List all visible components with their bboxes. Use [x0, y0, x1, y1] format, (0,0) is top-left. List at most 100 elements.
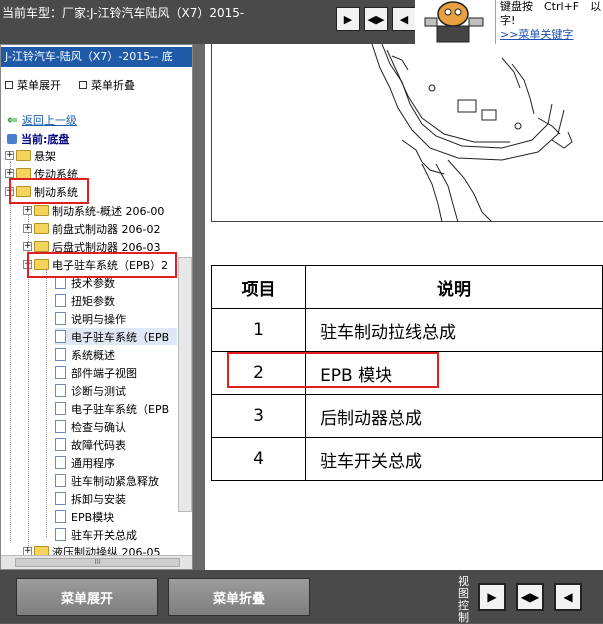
- view-next-button[interactable]: ▶: [478, 583, 506, 611]
- document-icon: [55, 510, 66, 523]
- document-icon: [55, 330, 66, 343]
- tree-line: [10, 161, 11, 541]
- tree-item-label: 电子驻车系统（EPB: [71, 402, 170, 416]
- document-icon: [55, 474, 66, 487]
- highlight-epb-folder: [27, 252, 177, 278]
- menu-collapse-label: 菜单折叠: [91, 79, 135, 92]
- tree-doc-diagnosis-testing[interactable]: 诊断与测试: [55, 382, 126, 399]
- tree-item-label: 通用程序: [71, 456, 115, 470]
- menu-expand-toggle[interactable]: 菜单展开: [5, 77, 61, 93]
- back-link[interactable]: ⇐ 返回上一级: [7, 112, 77, 128]
- tree-item-label: 驻车开关总成: [71, 528, 137, 542]
- column-header-item: 项目: [210, 265, 307, 309]
- tree-item-label: 部件端子视图: [71, 366, 137, 380]
- menu-collapse-toggle[interactable]: 菜单折叠: [79, 77, 135, 93]
- horizontal-scrollbar[interactable]: III: [1, 555, 192, 569]
- tree-line: [46, 269, 47, 537]
- tree-doc-epb-module[interactable]: EPB模块: [55, 508, 114, 525]
- menu-panel: J-江铃汽车-陆风（X7）-2015-- 底 菜单展开 菜单折叠 ⇐ 返回上一级…: [0, 44, 193, 570]
- back-arrow-icon: ⇐: [7, 112, 18, 128]
- current-location: 当前:底盘: [7, 131, 69, 147]
- tree-doc-dtc-table[interactable]: 故障代码表: [55, 436, 126, 453]
- mascot-image: [415, 0, 495, 44]
- highlight-brake-system: [9, 178, 89, 204]
- item-description: 驻车制动拉线总成: [305, 308, 603, 352]
- document-icon: [55, 366, 66, 379]
- tree-item-suspension[interactable]: + 悬架: [5, 147, 56, 164]
- tree-item-label: 制动系统-概述 206-00: [52, 204, 165, 218]
- vehicle-header: J-江铃汽车-陆风（X7）-2015-- 底: [1, 47, 192, 67]
- bottom-bar: 菜单展开 菜单折叠 视图控制 ▶ ◀▶ ◀: [0, 570, 603, 624]
- tree-doc-description-operation[interactable]: 说明与操作: [55, 310, 126, 327]
- tree-item-label: 前盘式制动器 206-02: [52, 222, 161, 236]
- tree-doc-epb-system-diag[interactable]: 电子驻车系统（EPB: [55, 400, 169, 417]
- folder-icon: [16, 150, 31, 161]
- item-description: 后制动器总成: [305, 394, 603, 438]
- tip-line-1: 键盘按 Ctrl+F 以: [500, 0, 602, 13]
- folder-icon: [34, 241, 49, 252]
- table-row: 3 后制动器总成: [210, 394, 603, 438]
- view-prev-button[interactable]: ◀: [554, 583, 582, 611]
- expand-plus-icon[interactable]: +: [5, 151, 14, 160]
- tree-doc-epb-system-selected[interactable]: 电子驻车系统（EPB: [55, 328, 177, 345]
- computer-icon: [7, 134, 17, 144]
- back-label: 返回上一级: [21, 114, 77, 127]
- exploded-diagram: [211, 44, 603, 223]
- tree-item-label: 悬架: [34, 149, 56, 163]
- tree-doc-torque-params[interactable]: 扭矩参数: [55, 292, 115, 309]
- expand-plus-icon[interactable]: +: [23, 206, 32, 215]
- item-number: 4: [210, 437, 307, 481]
- tree-item-label: 电子驻车系统（EPB: [71, 330, 170, 344]
- tree-doc-general-procedures[interactable]: 通用程序: [55, 454, 115, 471]
- tree-item-label: 驻车制动紧急释放: [71, 474, 159, 488]
- tree-item-brake-overview[interactable]: + 制动系统-概述 206-00: [23, 202, 164, 219]
- tree-item-label: 诊断与测试: [71, 384, 126, 398]
- document-icon: [55, 384, 66, 397]
- vertical-scrollbar[interactable]: [178, 257, 192, 512]
- folder-icon: [34, 223, 49, 234]
- expand-plus-icon[interactable]: +: [23, 224, 32, 233]
- shortcut-tip: 键盘按 Ctrl+F 以 字! >>菜单关键字: [495, 0, 603, 44]
- tree-item-label: 拆卸与安装: [71, 492, 126, 506]
- tree-item-label: 扭矩参数: [71, 294, 115, 308]
- table-header-row: 项目 说明: [210, 265, 603, 309]
- expand-plus-icon[interactable]: +: [23, 242, 32, 251]
- document-icon: [55, 294, 66, 307]
- tree-item-label: 检查与确认: [71, 420, 126, 434]
- document-icon: [55, 402, 66, 415]
- menu-expand-label: 菜单展开: [17, 79, 61, 92]
- tree-doc-connector-views[interactable]: 部件端子视图: [55, 364, 137, 381]
- nav-prev-button[interactable]: ◀: [392, 7, 416, 31]
- tip-line-2: 字!: [500, 14, 516, 27]
- tree-doc-removal-installation[interactable]: 拆卸与安装: [55, 490, 126, 507]
- tree-doc-parking-switch[interactable]: 驻车开关总成: [55, 526, 137, 543]
- view-control-label: 视图控制: [458, 575, 469, 624]
- scroll-thumb[interactable]: III: [15, 558, 180, 567]
- item-number: 1: [210, 308, 307, 352]
- item-description: 驻车开关总成: [305, 437, 603, 481]
- menu-collapse-button[interactable]: 菜单折叠: [168, 578, 310, 616]
- panel-divider[interactable]: [193, 44, 205, 570]
- nav-both-button[interactable]: ◀▶: [364, 7, 388, 31]
- expand-square-icon: [5, 81, 13, 89]
- document-icon: [55, 348, 66, 361]
- tree-doc-inspection[interactable]: 检查与确认: [55, 418, 126, 435]
- view-both-button[interactable]: ◀▶: [516, 583, 544, 611]
- nav-next-button[interactable]: ▶: [336, 7, 360, 31]
- tree-doc-emergency-release[interactable]: 驻车制动紧急释放: [55, 472, 159, 489]
- document-icon: [55, 492, 66, 505]
- expand-plus-icon[interactable]: +: [5, 169, 14, 178]
- document-icon: [55, 312, 66, 325]
- menu-keyword-link[interactable]: >>菜单关键字: [500, 28, 603, 42]
- tree-item-label: 故障代码表: [71, 438, 126, 452]
- highlight-epb-module-row: [227, 352, 439, 388]
- collapse-square-icon: [79, 81, 87, 89]
- document-icon: [55, 456, 66, 469]
- tree-item-label: 系统概述: [71, 348, 115, 362]
- tree-item-label: EPB模块: [71, 510, 115, 524]
- menu-expand-button[interactable]: 菜单展开: [16, 578, 158, 616]
- window-title: 当前车型：厂家:J-江铃汽车陆风（X7）2015-: [2, 6, 245, 20]
- tree-doc-system-overview[interactable]: 系统概述: [55, 346, 115, 363]
- tree-item-front-disc-brake[interactable]: + 前盘式制动器 206-02: [23, 220, 160, 237]
- current-label: 当前:底盘: [21, 133, 70, 146]
